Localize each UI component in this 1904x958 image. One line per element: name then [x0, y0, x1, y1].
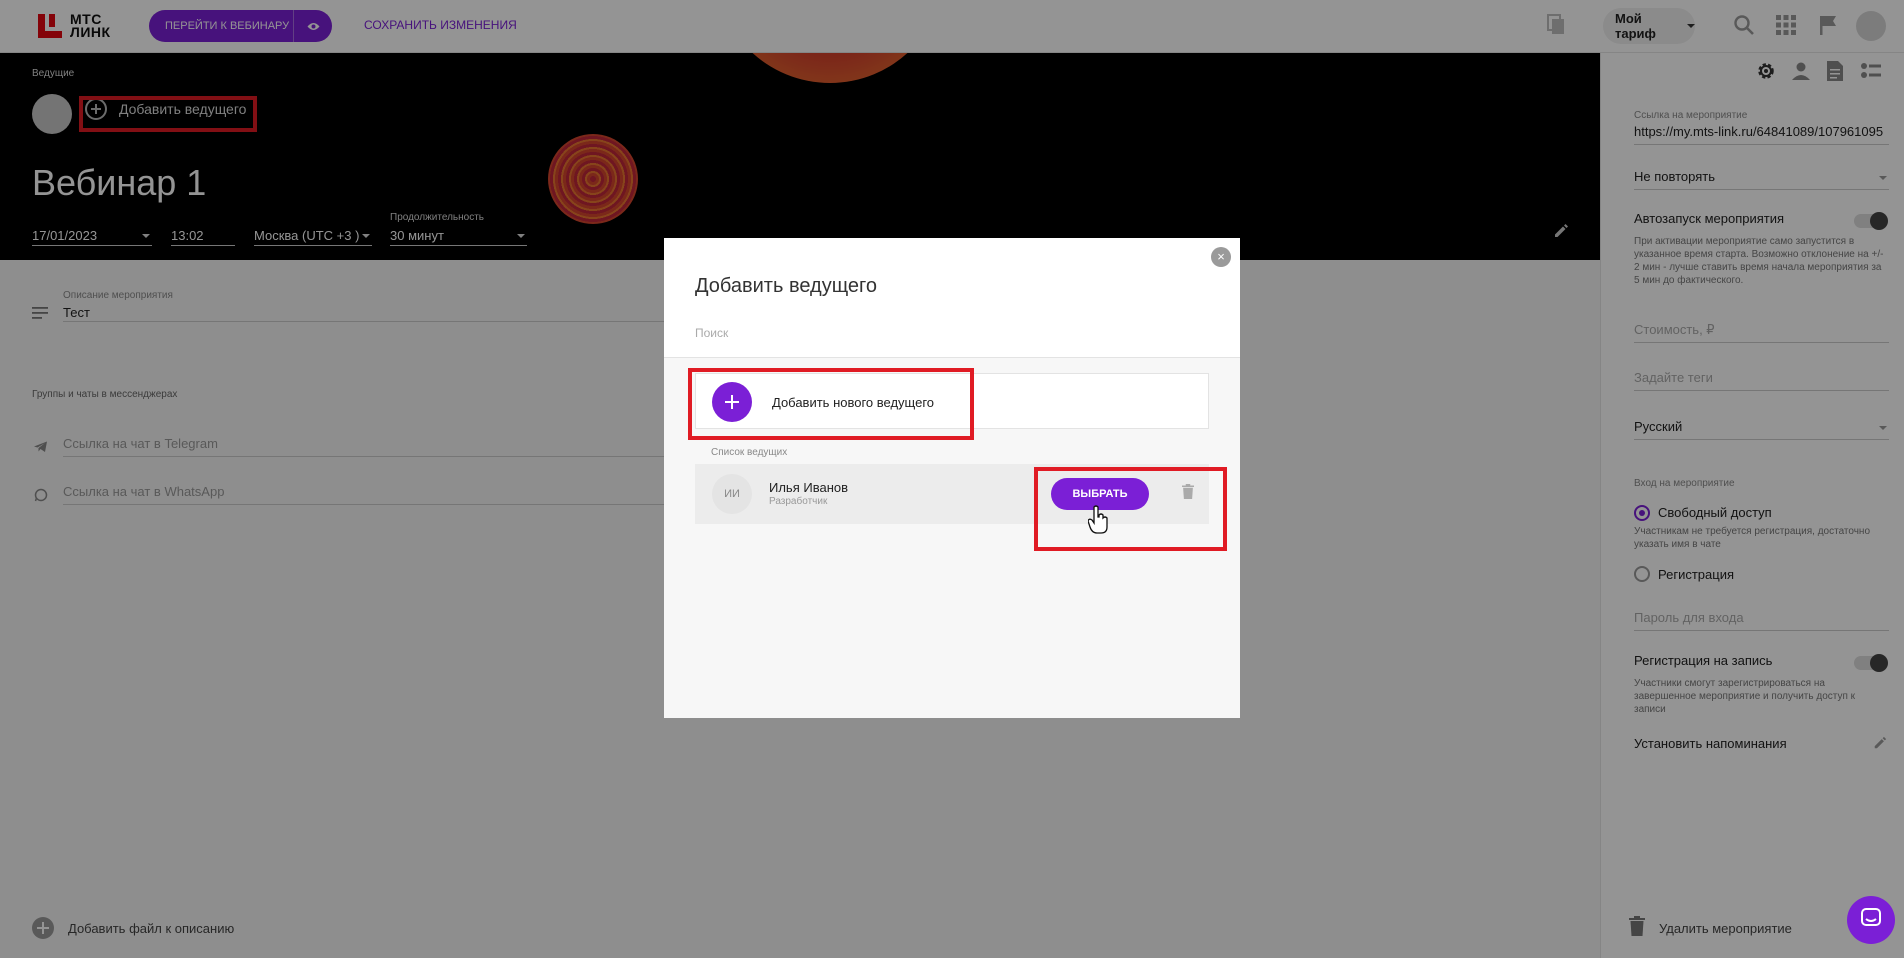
host-name: Илья Иванов — [769, 480, 849, 495]
chat-icon — [1860, 907, 1882, 934]
hand-cursor-icon — [1087, 505, 1110, 540]
search-input[interactable]: Поиск — [695, 326, 728, 340]
host-role: Разработчик — [769, 496, 828, 507]
host-avatar: ИИ — [712, 474, 752, 514]
modal-title: Добавить ведущего — [695, 275, 878, 297]
highlight-select-host — [1034, 467, 1227, 551]
support-chat-button[interactable] — [1847, 896, 1895, 944]
host-list-label: Список ведущих — [711, 447, 788, 458]
highlight-add-new-host — [688, 368, 974, 440]
close-icon[interactable]: × — [1211, 247, 1231, 267]
